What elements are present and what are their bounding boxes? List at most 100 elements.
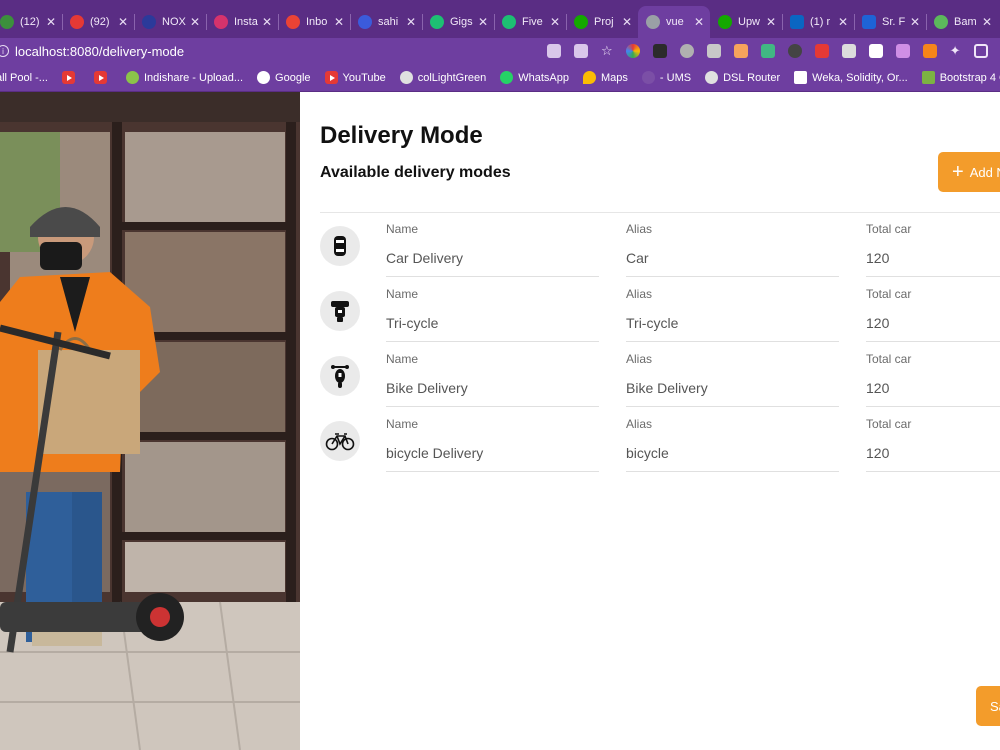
shield-icon[interactable]: [841, 44, 856, 58]
name-field[interactable]: Name bicycle Delivery: [386, 408, 599, 472]
alias-field[interactable]: Alias Bike Delivery: [626, 343, 839, 407]
close-icon[interactable]: ✕: [406, 15, 416, 29]
browser-tab[interactable]: Gigs ✕: [422, 6, 494, 38]
delivery-mode-row[interactable]: Name Bike Delivery Alias Bike Delivery T…: [320, 343, 1000, 408]
bookmark-item[interactable]: Bootstrap 4 Grid: [921, 71, 1000, 84]
name-label: Name: [386, 352, 419, 366]
browser-tab[interactable]: sahi ✕: [350, 6, 422, 38]
bookmark-item[interactable]: - UMS: [641, 71, 691, 84]
bookmark-item[interactable]: WhatsApp: [500, 71, 569, 84]
total-field[interactable]: Total car 120: [866, 343, 1000, 407]
tab-title: Sr. F: [882, 16, 906, 28]
delivery-mode-row[interactable]: Name bicycle Delivery Alias bicycle Tota…: [320, 408, 1000, 473]
tab-title: Five: [522, 16, 543, 28]
sidebar-toggle-icon[interactable]: [973, 44, 988, 58]
extension-icon[interactable]: [652, 44, 667, 58]
alias-field[interactable]: Alias bicycle: [626, 408, 839, 472]
bookmark-item[interactable]: Google: [257, 71, 311, 84]
alias-field[interactable]: Alias Car: [626, 213, 839, 277]
vue-devtools-icon[interactable]: [760, 44, 775, 58]
close-icon[interactable]: ✕: [550, 15, 560, 29]
browser-tab[interactable]: Sr. F ✕: [854, 6, 926, 38]
close-icon[interactable]: ✕: [694, 15, 704, 29]
bookmark-item[interactable]: YouTube: [324, 71, 386, 84]
extension-icon[interactable]: [679, 44, 694, 58]
browser-tab-active[interactable]: vue ✕: [638, 6, 710, 38]
scooter-icon: [320, 356, 360, 396]
bookmark-item[interactable]: [93, 71, 112, 84]
close-icon[interactable]: ✕: [262, 15, 272, 29]
alias-value: Car: [626, 250, 649, 266]
close-icon[interactable]: ✕: [766, 15, 776, 29]
add-delivery-mode-button[interactable]: + Add N: [938, 152, 1000, 192]
browser-tab[interactable]: Inbo ✕: [278, 6, 350, 38]
bookmark-item[interactable]: Indishare - Upload...: [125, 71, 243, 84]
total-field[interactable]: Total car 120: [866, 408, 1000, 472]
extension-icon[interactable]: [787, 44, 802, 58]
browser-tab[interactable]: Insta ✕: [206, 6, 278, 38]
delivery-modes-list: Name Car Delivery Alias Car Total car 12…: [320, 213, 1000, 473]
close-icon[interactable]: ✕: [622, 15, 632, 29]
bookmark-label: Maps: [601, 71, 628, 84]
tab-favicon-icon: [934, 15, 948, 29]
save-button[interactable]: Sa: [976, 686, 1000, 726]
browser-tab[interactable]: NOX ✕: [134, 6, 206, 38]
tab-favicon-icon: [502, 15, 516, 29]
close-icon[interactable]: ✕: [838, 15, 848, 29]
delivery-mode-row[interactable]: Name Car Delivery Alias Car Total car 12…: [320, 213, 1000, 278]
extension-icon[interactable]: [706, 44, 721, 58]
tab-favicon-icon: [430, 15, 444, 29]
extension-icon[interactable]: [814, 44, 829, 58]
bookmark-label: DSL Router: [723, 71, 781, 84]
close-icon[interactable]: ✕: [118, 15, 128, 29]
browser-tab[interactable]: Five ✕: [494, 6, 566, 38]
close-icon[interactable]: ✕: [334, 15, 344, 29]
url-input[interactable]: localhost:8080/delivery-mode: [15, 44, 535, 59]
browser-tab[interactable]: (12) ✕: [0, 6, 62, 38]
close-icon[interactable]: ✕: [478, 15, 488, 29]
browser-tab[interactable]: Proj ✕: [566, 6, 638, 38]
close-icon[interactable]: ✕: [982, 15, 992, 29]
bookmark-item[interactable]: Maps: [583, 71, 628, 84]
total-field[interactable]: Total car 120: [866, 278, 1000, 342]
total-field[interactable]: Total car 120: [866, 213, 1000, 277]
bookmark-item[interactable]: DSL Router: [705, 71, 780, 84]
bookmark-item[interactable]: [61, 71, 80, 84]
tricycle-icon: [320, 291, 360, 331]
alias-label: Alias: [626, 287, 653, 301]
bookmark-item[interactable]: Weka, Solidity, Or...: [794, 71, 908, 84]
site-info-icon[interactable]: i: [0, 45, 9, 57]
close-icon[interactable]: ✕: [910, 15, 920, 29]
close-icon[interactable]: ✕: [46, 15, 56, 29]
tab-title: sahi: [378, 16, 399, 28]
bookmark-item[interactable]: colLightGreen: [399, 71, 486, 84]
alias-field[interactable]: Alias Tri-cycle: [626, 278, 839, 342]
extension-icon[interactable]: [895, 44, 910, 58]
browser-tab[interactable]: Upw ✕: [710, 6, 782, 38]
metamask-icon[interactable]: [922, 44, 937, 58]
name-value: bicycle Delivery: [386, 445, 484, 461]
bookmark-item[interactable]: all Pool -...: [0, 72, 48, 84]
share-icon[interactable]: [574, 44, 588, 58]
name-field[interactable]: Name Car Delivery: [386, 213, 599, 277]
main-content: Delivery Mode Available delivery modes +…: [300, 92, 1000, 750]
whatsapp-icon: [500, 71, 514, 84]
name-field[interactable]: Name Tri-cycle: [386, 278, 599, 342]
bootstrap-icon: [921, 71, 935, 84]
close-icon[interactable]: ✕: [190, 15, 200, 29]
tab-title: Upw: [738, 16, 761, 28]
color-picker-extension-icon[interactable]: [625, 44, 640, 58]
extension-icon[interactable]: [868, 44, 883, 58]
extension-icon[interactable]: [733, 44, 748, 58]
browser-tab[interactable]: Bam ✕: [926, 6, 998, 38]
permission-icon[interactable]: [547, 44, 561, 58]
puzzle-extensions-icon[interactable]: ✦: [950, 43, 961, 59]
youtube-icon: [93, 71, 107, 84]
name-field[interactable]: Name Bike Delivery: [386, 343, 599, 407]
browser-tab[interactable]: (92) ✕: [62, 6, 134, 38]
alias-value: Tri-cycle: [626, 315, 679, 331]
bookmark-star-icon[interactable]: ☆: [601, 43, 613, 59]
browser-tab[interactable]: (1) r ✕: [782, 6, 854, 38]
delivery-mode-row[interactable]: Name Tri-cycle Alias Tri-cycle Total car…: [320, 278, 1000, 343]
total-value: 120: [866, 445, 890, 461]
